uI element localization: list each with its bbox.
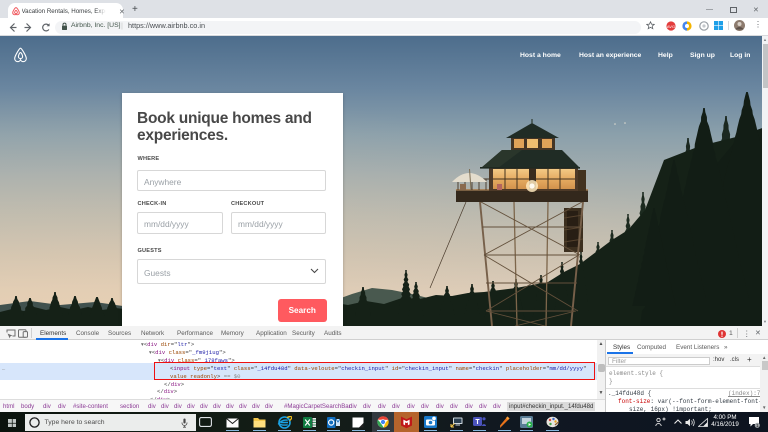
svg-text:AVG: AVG (667, 23, 675, 28)
